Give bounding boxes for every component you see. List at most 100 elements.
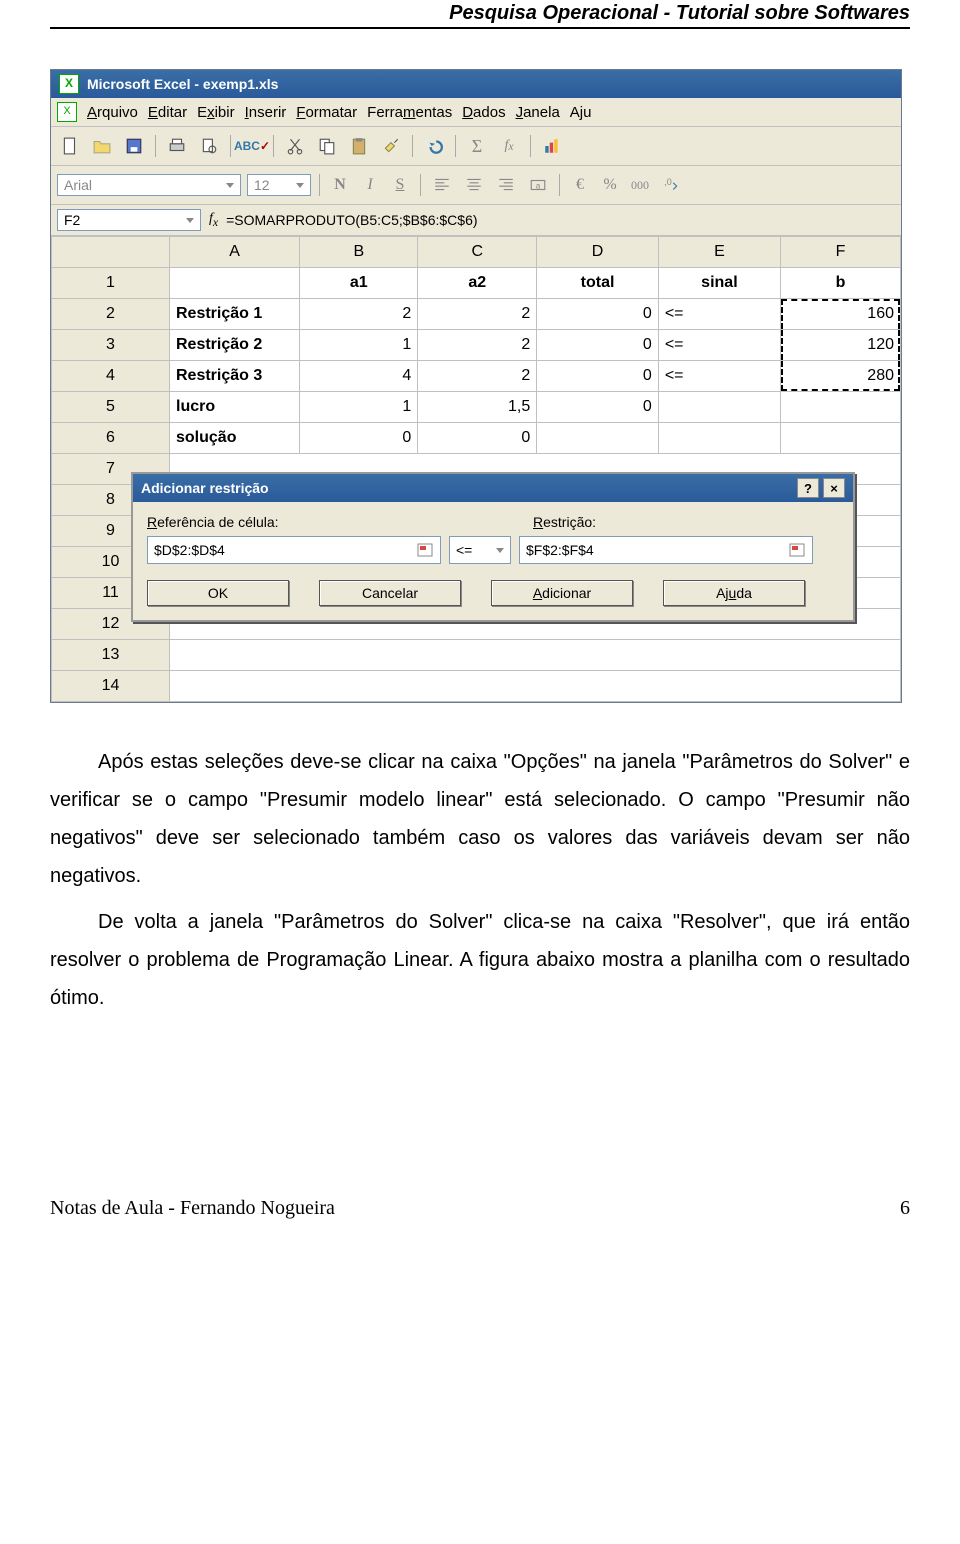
col-header-f[interactable]: F <box>780 237 900 268</box>
cell[interactable]: <= <box>658 299 780 330</box>
cell[interactable]: b <box>780 268 900 299</box>
cell[interactable] <box>170 640 901 671</box>
cell[interactable]: sinal <box>658 268 780 299</box>
cell[interactable]: 0 <box>537 330 659 361</box>
row-header[interactable]: 2 <box>52 299 170 330</box>
fx-label[interactable]: fx <box>209 211 218 229</box>
close-button[interactable]: × <box>823 478 845 498</box>
restriction-input[interactable]: $F$2:$F$4 <box>519 536 813 564</box>
add-button[interactable]: Adicionar <box>491 580 633 606</box>
fx-icon[interactable]: fx <box>496 133 522 159</box>
cell[interactable] <box>170 268 300 299</box>
cell[interactable]: 0 <box>537 361 659 392</box>
spellcheck-icon[interactable]: ABC✓ <box>239 133 265 159</box>
cell[interactable]: 2 <box>418 361 537 392</box>
cut-icon[interactable] <box>282 133 308 159</box>
menu-dados[interactable]: Dados <box>462 104 505 121</box>
col-header-c[interactable]: C <box>418 237 537 268</box>
cell[interactable]: 0 <box>300 423 418 454</box>
cell[interactable]: 1,5 <box>418 392 537 423</box>
align-right-icon[interactable] <box>493 172 519 198</box>
cell-selected[interactable]: 120 <box>780 330 900 361</box>
menu-ferramentas[interactable]: Ferramentas <box>367 104 452 121</box>
cell[interactable] <box>780 423 900 454</box>
cell[interactable]: 0 <box>537 299 659 330</box>
row-header[interactable]: 14 <box>52 671 170 702</box>
cell-selected[interactable]: 160 <box>780 299 900 330</box>
cell[interactable]: Restrição 3 <box>170 361 300 392</box>
thousands-button[interactable]: 000 <box>628 178 652 193</box>
row-header[interactable]: 5 <box>52 392 170 423</box>
cell[interactable]: a1 <box>300 268 418 299</box>
open-icon[interactable] <box>89 133 115 159</box>
row-header[interactable]: 6 <box>52 423 170 454</box>
col-header-e[interactable]: E <box>658 237 780 268</box>
font-name-select[interactable]: Arial <box>57 174 241 196</box>
range-picker-icon[interactable] <box>788 542 806 558</box>
menu-ajuda[interactable]: Aju <box>570 104 592 121</box>
cell[interactable] <box>658 423 780 454</box>
col-header-b[interactable]: B <box>300 237 418 268</box>
menu-exibir[interactable]: Exibir <box>197 104 235 121</box>
operator-select[interactable]: <= <box>449 536 511 564</box>
cell[interactable]: Restrição 2 <box>170 330 300 361</box>
row-header[interactable]: 4 <box>52 361 170 392</box>
cell[interactable] <box>537 423 659 454</box>
cell[interactable]: lucro <box>170 392 300 423</box>
row-header[interactable]: 3 <box>52 330 170 361</box>
save-icon[interactable] <box>121 133 147 159</box>
menu-inserir[interactable]: Inserir <box>245 104 287 121</box>
worksheet-grid[interactable]: A B C D E F 1 a1 a2 total sinal b <box>51 236 901 702</box>
cell[interactable]: solução <box>170 423 300 454</box>
help-button[interactable]: Ajuda <box>663 580 805 606</box>
italic-button[interactable]: I <box>358 176 382 194</box>
cell[interactable]: a2 <box>418 268 537 299</box>
format-painter-icon[interactable] <box>378 133 404 159</box>
cell[interactable]: 0 <box>537 392 659 423</box>
new-icon[interactable] <box>57 133 83 159</box>
range-picker-icon[interactable] <box>416 542 434 558</box>
cell[interactable]: 2 <box>300 299 418 330</box>
row-header[interactable]: 1 <box>52 268 170 299</box>
bold-button[interactable]: N <box>328 176 352 194</box>
increase-decimal-icon[interactable]: ,0 <box>658 172 684 198</box>
col-header-a[interactable]: A <box>170 237 300 268</box>
cell-reference-input[interactable]: $D$2:$D$4 <box>147 536 441 564</box>
menu-editar[interactable]: Editar <box>148 104 187 121</box>
cell[interactable]: 2 <box>418 299 537 330</box>
font-size-select[interactable]: 12 <box>247 174 311 196</box>
chart-icon[interactable] <box>539 133 565 159</box>
autosum-icon[interactable]: Σ <box>464 133 490 159</box>
align-center-icon[interactable] <box>461 172 487 198</box>
name-box[interactable]: F2 <box>57 209 201 231</box>
menu-janela[interactable]: Janela <box>516 104 560 121</box>
print-icon[interactable] <box>164 133 190 159</box>
cell[interactable]: <= <box>658 330 780 361</box>
help-button[interactable]: ? <box>797 478 819 498</box>
ok-button[interactable]: OK <box>147 580 289 606</box>
cell-selected[interactable]: 280 <box>780 361 900 392</box>
cell[interactable]: total <box>537 268 659 299</box>
paste-icon[interactable] <box>346 133 372 159</box>
cancel-button[interactable]: Cancelar <box>319 580 461 606</box>
percent-button[interactable]: % <box>598 176 622 194</box>
select-all-corner[interactable] <box>52 237 170 268</box>
formula-value[interactable]: =SOMARPRODUTO(B5:C5;$B$6:$C$6) <box>226 212 477 228</box>
menu-formatar[interactable]: Formatar <box>296 104 357 121</box>
col-header-d[interactable]: D <box>537 237 659 268</box>
cell[interactable]: 1 <box>300 392 418 423</box>
undo-icon[interactable] <box>421 133 447 159</box>
print-preview-icon[interactable] <box>196 133 222 159</box>
merge-center-icon[interactable]: a <box>525 172 551 198</box>
cell[interactable] <box>658 392 780 423</box>
align-left-icon[interactable] <box>429 172 455 198</box>
row-header[interactable]: 13 <box>52 640 170 671</box>
cell[interactable] <box>780 392 900 423</box>
underline-button[interactable]: S <box>388 176 412 194</box>
cell[interactable]: 4 <box>300 361 418 392</box>
cell[interactable]: 2 <box>418 330 537 361</box>
copy-icon[interactable] <box>314 133 340 159</box>
cell[interactable]: 1 <box>300 330 418 361</box>
cell[interactable] <box>170 671 901 702</box>
cell[interactable]: 0 <box>418 423 537 454</box>
